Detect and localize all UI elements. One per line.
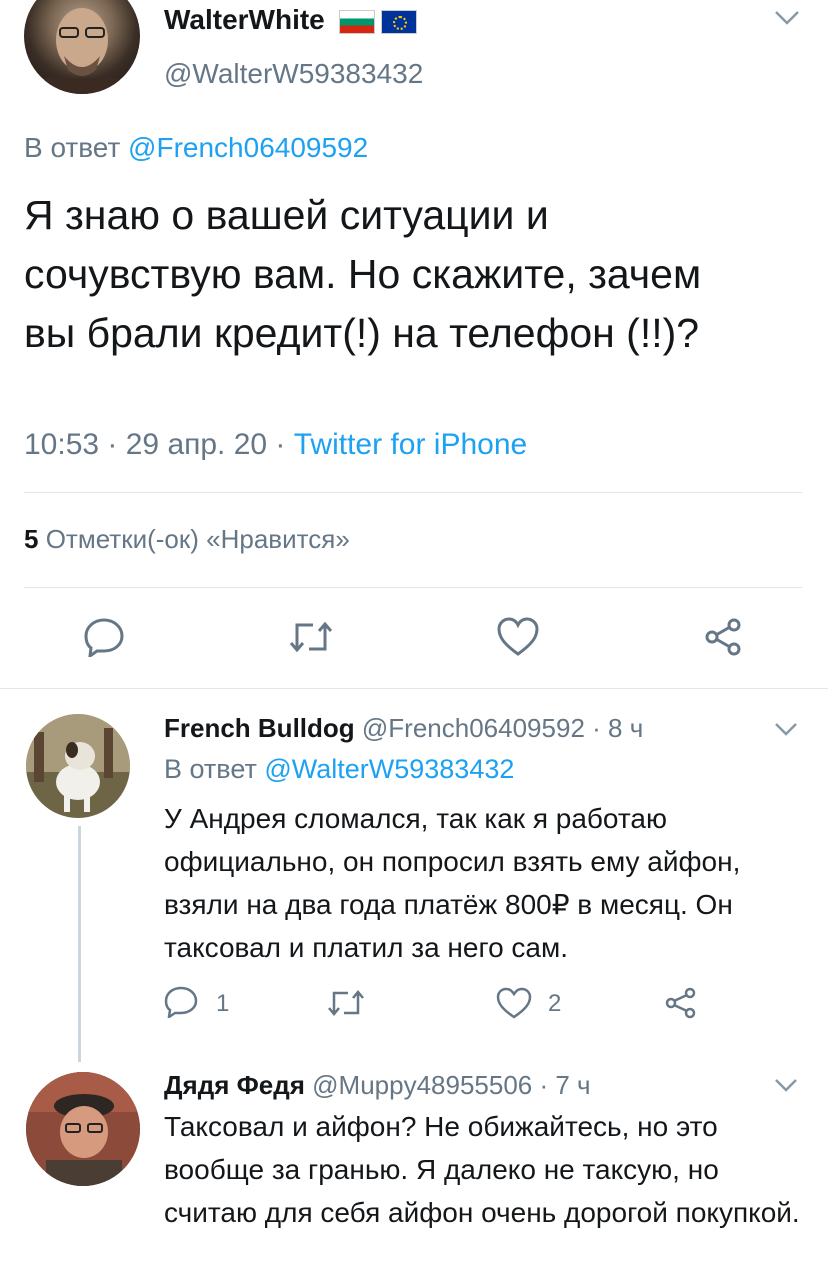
- author-name[interactable]: Дядя Федя: [164, 1070, 305, 1100]
- tweet-timestamp: 10:53 · 29 апр. 20 ·: [24, 428, 286, 461]
- share-icon[interactable]: [664, 986, 698, 1020]
- like-icon[interactable]: [496, 617, 540, 657]
- reply-prefix: В ответ: [164, 754, 257, 784]
- author-handle[interactable]: @French06409592 · 8 ч: [362, 713, 643, 743]
- author-handle[interactable]: @Muppy48955506 · 7 ч: [312, 1070, 590, 1100]
- divider: [0, 688, 828, 689]
- like-icon[interactable]: [496, 987, 532, 1019]
- user-avatar[interactable]: [26, 714, 130, 818]
- user-avatar[interactable]: [24, 0, 140, 94]
- tweet-source-link[interactable]: Twitter for iPhone: [294, 428, 527, 461]
- eu-flag-icon: [380, 9, 417, 34]
- chevron-down-icon[interactable]: [774, 722, 798, 736]
- author-name[interactable]: WalterWhite: [164, 4, 417, 36]
- reply-header: French Bulldog @French06409592 · 8 ч: [164, 713, 643, 744]
- author-handle[interactable]: @WalterW59383432: [164, 58, 423, 90]
- divider: [24, 587, 802, 588]
- tweet-text: Я знаю о вашей ситуации и сочувствую вам…: [24, 192, 702, 356]
- likes-label: Отметки(-ок) «Нравится»: [45, 524, 350, 554]
- author-name[interactable]: French Bulldog: [164, 713, 355, 743]
- share-icon[interactable]: [704, 617, 744, 657]
- reply-prefix: В ответ: [24, 132, 121, 163]
- reply-header: Дядя Федя @Muppy48955506 · 7 ч: [164, 1070, 591, 1101]
- likes-count: 5: [24, 524, 39, 554]
- reply-icon[interactable]: [83, 617, 125, 657]
- user-avatar[interactable]: [26, 1072, 140, 1186]
- like-count: 2: [548, 990, 562, 1017]
- reply-count: 1: [216, 990, 230, 1017]
- tweet-text: Таксовал и айфон? Не обижайтесь, но это …: [164, 1111, 800, 1228]
- chevron-down-icon[interactable]: [774, 10, 800, 26]
- reply-context: В ответ @French06409592: [24, 132, 368, 164]
- thread-line: [78, 826, 81, 1062]
- reply-to-link[interactable]: @WalterW59383432: [264, 754, 514, 784]
- tweet-text: У Андрея сломался, так как я работаю офи…: [164, 803, 741, 963]
- retweet-icon[interactable]: [287, 619, 335, 655]
- chevron-down-icon[interactable]: [774, 1078, 798, 1092]
- reply-to-link[interactable]: @French06409592: [128, 132, 368, 163]
- tweet-meta: 10:53 · 29 апр. 20 · Twitter for iPhone: [24, 428, 527, 462]
- likes-summary[interactable]: 5 Отметки(-ок) «Нравится»: [24, 524, 350, 555]
- reply-context: В ответ @WalterW59383432: [164, 754, 514, 785]
- divider: [24, 492, 802, 493]
- author-name-text: WalterWhite: [164, 4, 325, 35]
- retweet-icon[interactable]: [326, 988, 366, 1018]
- bulgaria-flag-icon: [338, 9, 375, 34]
- reply-icon[interactable]: [164, 986, 198, 1018]
